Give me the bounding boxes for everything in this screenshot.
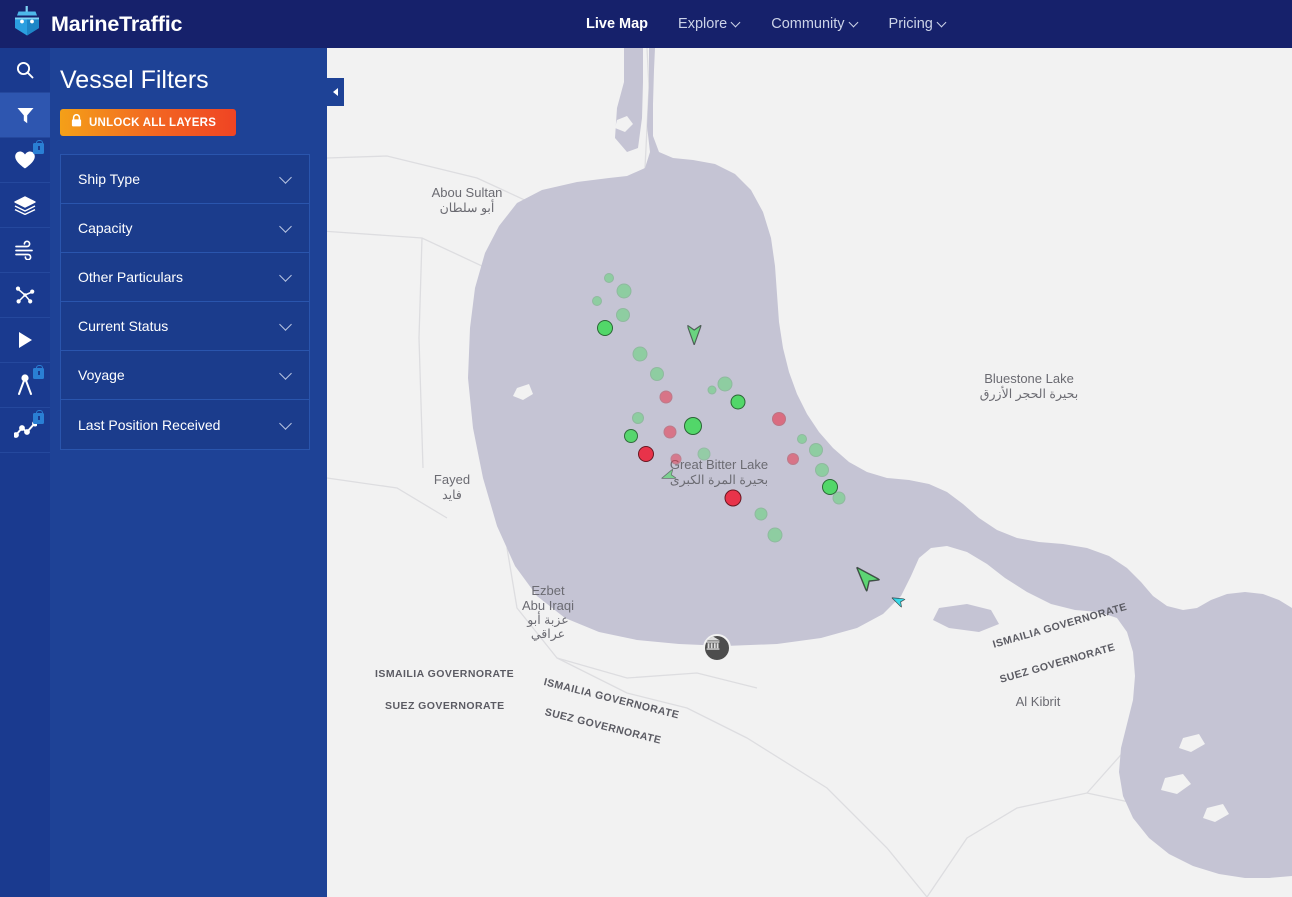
terminal-icon (706, 636, 720, 650)
filter-row-voyage[interactable]: Voyage (61, 351, 309, 400)
ship-logo-icon (12, 5, 42, 44)
nav-item-live-map[interactable]: Live Map (586, 16, 648, 32)
vessel-marker-red[interactable] (724, 489, 742, 507)
vessel-marker-green[interactable] (632, 346, 648, 362)
vessel-marker-green[interactable] (832, 491, 846, 505)
vessel-marker-red[interactable] (772, 412, 786, 426)
brand-name: MarineTraffic (51, 11, 183, 36)
nav-item-label: Live Map (586, 16, 649, 32)
rail-filler (0, 501, 50, 897)
lock-icon (33, 140, 44, 154)
chevron-down-icon (938, 20, 947, 29)
sidebar-item-search[interactable] (0, 48, 50, 93)
vessel-marker-green[interactable] (754, 507, 768, 521)
sidebar-item-density[interactable] (0, 273, 50, 318)
unlock-all-layers-label: UNLOCK ALL LAYERS (89, 116, 217, 129)
map-geometry (327, 48, 1292, 897)
chevron-down-icon (280, 421, 293, 429)
filter-row-last-position-received[interactable]: Last Position Received (61, 400, 309, 449)
marinetraffic-app: MarineTraffic Live Map Explore Community Pr… (0, 0, 1292, 897)
sidebar-item-playback[interactable] (0, 318, 50, 363)
vessel-marker-green[interactable] (592, 296, 602, 306)
vessel-marker-red[interactable] (670, 453, 682, 465)
chevron-down-icon (280, 322, 293, 330)
vessel-marker-green[interactable] (730, 394, 746, 410)
vessel-marker-green[interactable] (815, 463, 829, 477)
main-nav: Live Map Explore Community Pricing (586, 0, 947, 48)
vessel-marker-red[interactable] (659, 390, 673, 404)
sidebar-item-favorites[interactable] (0, 138, 50, 183)
chevron-down-icon (280, 224, 293, 232)
chevron-down-icon (732, 20, 741, 29)
sidebar-item-filter[interactable] (0, 93, 50, 138)
nav-item-label: Community (771, 16, 845, 32)
vessel-marker-green[interactable] (597, 320, 613, 336)
nav-item-label: Explore (678, 16, 728, 32)
filter-row-capacity[interactable]: Capacity (61, 204, 309, 253)
vessel-marker-green[interactable] (697, 447, 711, 461)
lock-icon (33, 365, 44, 379)
vessel-marker-green[interactable] (632, 412, 644, 424)
vessel-marker-green[interactable] (616, 308, 630, 322)
vessel-marker-green[interactable] (707, 385, 717, 395)
nav-item-explore[interactable]: Explore (678, 16, 741, 32)
collapse-panel-button[interactable] (327, 78, 344, 106)
nav-item-pricing[interactable]: Pricing (889, 16, 947, 32)
brand-logo[interactable]: MarineTraffic (0, 5, 182, 44)
vessel-marker-red[interactable] (787, 453, 799, 465)
vessel-marker-red[interactable] (663, 425, 677, 439)
vessel-marker-green[interactable] (717, 376, 733, 392)
chevron-down-icon (850, 20, 859, 29)
filter-row-label: Last Position Received (78, 416, 221, 433)
filter-row-label: Voyage (78, 367, 125, 383)
vessel-filters-panel: Vessel Filters UNLOCK ALL LAYERS Ship Ty… (50, 48, 327, 897)
nav-item-community[interactable]: Community (771, 16, 858, 32)
sidebar-item-layers[interactable] (0, 183, 50, 228)
chevron-down-icon (280, 175, 293, 183)
filter-row-other-particulars[interactable]: Other Particulars (61, 253, 309, 302)
vessel-marker-green[interactable] (684, 417, 702, 435)
vessel-marker-green[interactable] (616, 283, 632, 299)
vessel-marker-green[interactable] (624, 429, 638, 443)
vessel-arrow-green[interactable] (686, 325, 702, 345)
vessel-marker-green[interactable] (604, 273, 614, 283)
filter-row-label: Other Particulars (78, 269, 184, 285)
sidebar-item-weather[interactable] (0, 228, 50, 273)
filter-row-label: Current Status (78, 318, 169, 334)
chevron-down-icon (280, 273, 293, 281)
chevron-down-icon (280, 371, 293, 379)
sidebar-item-measure[interactable] (0, 363, 50, 408)
top-header: MarineTraffic Live Map Explore Community Pr… (0, 0, 1292, 48)
left-icon-rail (0, 48, 50, 897)
filter-row-label: Ship Type (78, 171, 141, 187)
vessel-marker-green[interactable] (797, 434, 807, 444)
unlock-all-layers-button[interactable]: UNLOCK ALL LAYERS (60, 109, 236, 136)
filter-row-label: Capacity (78, 220, 133, 236)
live-map[interactable]: Abou Sultan أبو سلطان Fayed فايد Great Bitte… (327, 48, 1292, 897)
filter-row-current-status[interactable]: Current Status (61, 302, 309, 351)
lock-icon (71, 113, 82, 132)
vessel-marker-green[interactable] (650, 367, 664, 381)
vessel-marker-green[interactable] (767, 527, 783, 543)
sidebar-item-statistics[interactable] (0, 408, 50, 453)
port-marker[interactable] (703, 634, 731, 662)
vessel-marker-red[interactable] (638, 446, 654, 462)
filter-accordion-list: Ship Type Capacity Other Particulars Curren… (60, 154, 310, 450)
vessel-marker-green[interactable] (809, 443, 823, 457)
filter-row-ship-type[interactable]: Ship Type (61, 155, 309, 204)
page-title: Vessel Filters (60, 66, 209, 94)
lock-icon (33, 410, 44, 424)
nav-item-label: Pricing (888, 16, 933, 32)
